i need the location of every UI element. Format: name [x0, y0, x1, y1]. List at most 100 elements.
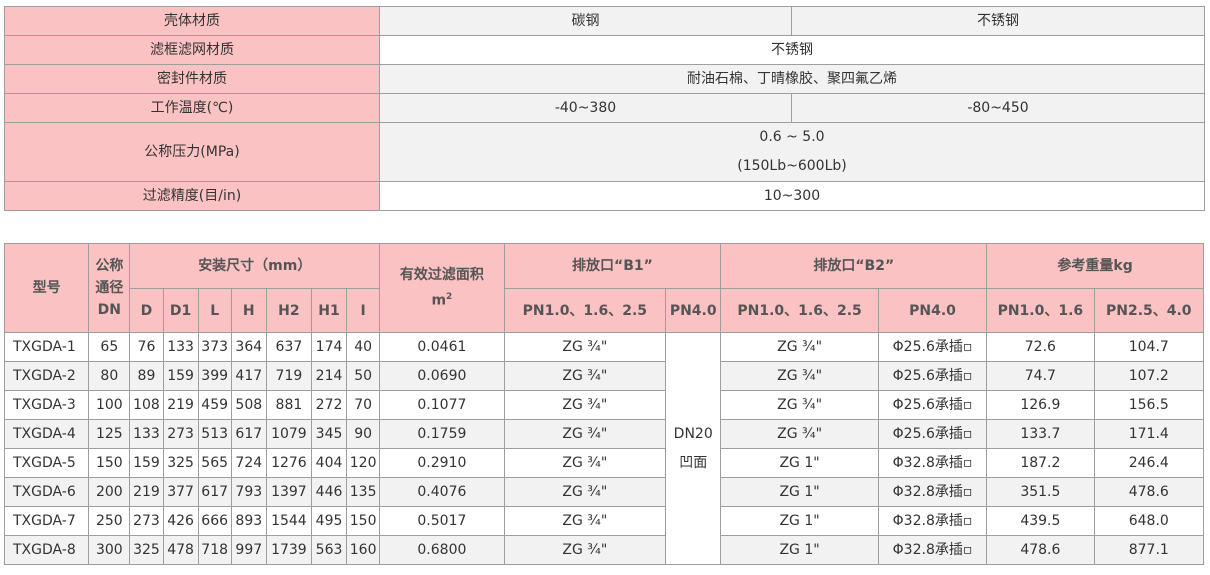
dimension-table-body: TXGDA-1 65 76 133 373 364 637 174 40 0.0461 ZG ¾" D… [3, 332, 1205, 565]
spec-row-precision: 过滤精度(目/in) 10~300 [4, 181, 1205, 211]
cell-d: 159 [129, 448, 164, 478]
cell-model: TXGDA-7 [3, 506, 90, 536]
cell-dn: 150 [88, 448, 131, 478]
header-b1-high: PN4.0 [665, 288, 722, 333]
spec-value: 0.6 ~ 5.0 (150Lb~600Lb) [379, 122, 1205, 182]
cell-h2: 719 [265, 361, 312, 391]
cell-d1: 325 [162, 448, 199, 478]
cell-weight-high: 107.2 [1093, 361, 1205, 391]
cell-weight-high: 104.7 [1093, 332, 1205, 362]
cell-d: 325 [129, 535, 164, 565]
cell-d: 219 [129, 477, 164, 507]
spec-value: 10~300 [379, 181, 1205, 211]
cell-h2: 1739 [265, 535, 312, 565]
cell-weight-low: 72.6 [986, 332, 1095, 362]
header-col-H: H [230, 288, 267, 333]
cell-d: 89 [129, 361, 164, 391]
table-row: TXGDA-7 250 273 426 666 893 1544 495 150 0.5017 ZG… [3, 506, 1205, 536]
cell-b2-low: ZG ¾" [720, 419, 879, 449]
cell-b1-low: ZG ¾" [503, 361, 667, 391]
spec-value: 不锈钢 [379, 35, 1205, 65]
cell-b2-high: Φ25.6承插▫ [877, 419, 988, 449]
cell-b1-low: ZG ¾" [503, 448, 667, 478]
header-b1: 排放口“B1” [503, 243, 722, 289]
cell-area: 0.1077 [379, 390, 505, 420]
cell-weight-low: 187.2 [986, 448, 1095, 478]
cell-b2-low: ZG ¾" [720, 332, 879, 362]
cell-l: 565 [197, 448, 232, 478]
cell-model: TXGDA-2 [3, 361, 90, 391]
cell-dn: 80 [88, 361, 131, 391]
table-row: TXGDA-1 65 76 133 373 364 637 174 40 0.0461 ZG ¾" D… [3, 332, 1205, 565]
header-col-I: I [346, 288, 381, 333]
cell-b2-low: ZG 1" [720, 535, 879, 565]
cell-area: 0.1759 [379, 419, 505, 449]
cell-h2: 1079 [265, 419, 312, 449]
cell-h: 508 [230, 390, 267, 420]
cell-i: 40 [346, 332, 381, 362]
cell-i: 90 [346, 419, 381, 449]
cell-i: 120 [346, 448, 381, 478]
cell-model: TXGDA-8 [3, 535, 90, 565]
cell-h: 893 [230, 506, 267, 536]
cell-d: 108 [129, 390, 164, 420]
cell-i: 50 [346, 361, 381, 391]
cell-d1: 478 [162, 535, 199, 565]
spec-label: 滤框滤网材质 [4, 35, 380, 65]
cell-area: 0.6800 [379, 535, 505, 565]
header-dn: 公称 通径 DN [88, 243, 131, 333]
cell-weight-high: 877.1 [1093, 535, 1205, 565]
cell-weight-high: 246.4 [1093, 448, 1205, 478]
spec-value-stainless: 不锈钢 [791, 6, 1205, 36]
cell-h2: 1397 [265, 477, 312, 507]
spec-row-seal: 密封件材质 耐油石棉、丁晴橡胶、聚四氟乙烯 [4, 64, 1205, 94]
header-col-L: L [197, 288, 232, 333]
cell-area: 0.5017 [379, 506, 505, 536]
b1-high-size: DN20 [673, 425, 713, 442]
spec-label: 壳体材质 [4, 6, 380, 36]
dimension-table: 型号 公称 通径 DN 安装尺寸（mm） 有效过滤面积 m2 排放口“B1” 排… [3, 243, 1205, 565]
cell-b1-low: ZG ¾" [503, 419, 667, 449]
cell-i: 150 [346, 506, 381, 536]
cell-b2-low: ZG 1" [720, 477, 879, 507]
spec-row-pressure: 公称压力(MPa) 0.6 ~ 5.0 (150Lb~600Lb) [4, 122, 1205, 182]
cell-b1-low: ZG ¾" [503, 477, 667, 507]
cell-b1-low: ZG ¾" [503, 390, 667, 420]
spec-row-screen: 滤框滤网材质 不锈钢 [4, 35, 1205, 65]
spec-value-carbon: 碳钢 [379, 6, 792, 36]
cell-l: 459 [197, 390, 232, 420]
cell-model: TXGDA-3 [3, 390, 90, 420]
cell-b2-high: Φ25.6承插▫ [877, 332, 988, 362]
cell-h1: 345 [310, 419, 348, 449]
cell-b2-high: Φ32.8承插▫ [877, 448, 988, 478]
cell-b1-low: ZG ¾" [503, 332, 667, 362]
cell-weight-high: 648.0 [1093, 506, 1205, 536]
cell-d1: 273 [162, 419, 199, 449]
pressure-lb: (150Lb~600Lb) [737, 158, 847, 174]
cell-h1: 214 [310, 361, 348, 391]
table-row: TXGDA-8 300 325 478 718 997 1739 563 160 0.6800 ZG… [3, 535, 1205, 565]
header-model: 型号 [3, 243, 90, 333]
cell-weight-low: 133.7 [986, 419, 1095, 449]
cell-h2: 637 [265, 332, 312, 362]
header-area: 有效过滤面积 m2 [379, 243, 505, 333]
cell-d1: 426 [162, 506, 199, 536]
cell-h1: 272 [310, 390, 348, 420]
spec-row-shell: 壳体材质 碳钢 不锈钢 [4, 6, 1205, 36]
cell-b2-high: Φ25.6承插▫ [877, 361, 988, 391]
header-b2-high: PN4.0 [877, 288, 988, 333]
cell-d: 76 [129, 332, 164, 362]
cell-b2-low: ZG 1" [720, 506, 879, 536]
cell-h1: 563 [310, 535, 348, 565]
pressure-mpa: 0.6 ~ 5.0 [759, 129, 825, 145]
cell-h1: 495 [310, 506, 348, 536]
cell-b2-low: ZG 1" [720, 448, 879, 478]
cell-d1: 377 [162, 477, 199, 507]
cell-l: 718 [197, 535, 232, 565]
cell-dn: 300 [88, 535, 131, 565]
cell-l: 666 [197, 506, 232, 536]
cell-weight-high: 156.5 [1093, 390, 1205, 420]
header-weight-low: PN1.0、1.6 [986, 288, 1095, 333]
cell-i: 135 [346, 477, 381, 507]
cell-model: TXGDA-5 [3, 448, 90, 478]
